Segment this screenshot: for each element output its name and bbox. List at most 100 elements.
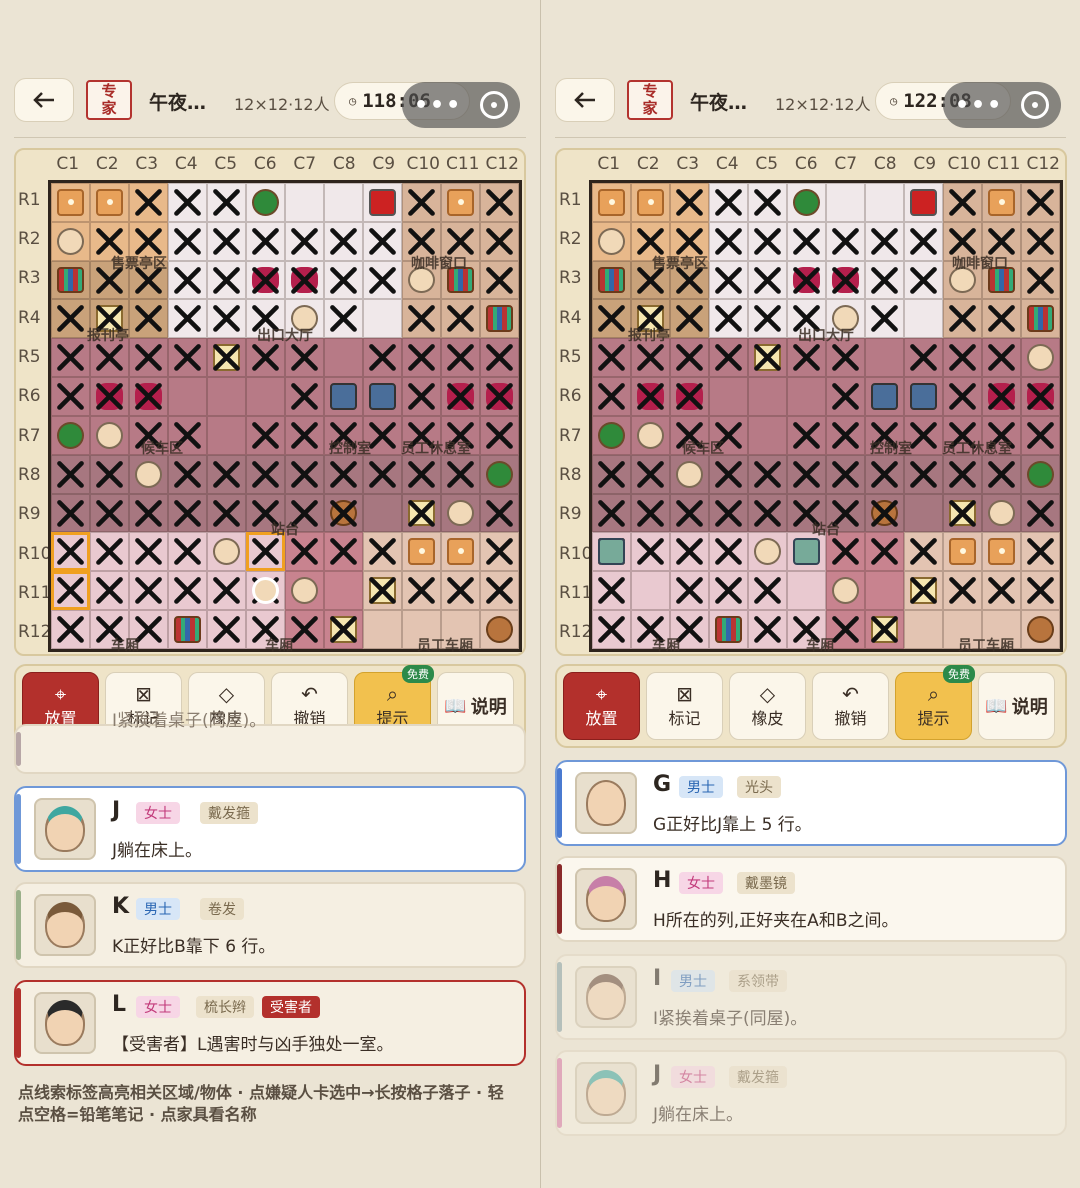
grid-cell[interactable] <box>904 260 943 300</box>
grid-cell[interactable] <box>129 454 168 494</box>
grid-cell[interactable] <box>904 571 943 611</box>
grid-cell[interactable] <box>168 377 207 416</box>
grid-cell[interactable] <box>246 260 285 300</box>
grid-cell[interactable] <box>441 377 480 416</box>
grid-cell[interactable] <box>324 377 363 416</box>
grid-cell[interactable] <box>709 221 748 261</box>
grid-cell[interactable] <box>943 299 982 339</box>
grid-cell[interactable] <box>363 299 402 339</box>
grid-cell[interactable] <box>246 183 285 222</box>
more-icon[interactable]: ••• <box>955 93 1003 118</box>
grid-cell[interactable] <box>324 571 363 611</box>
grid-cell[interactable] <box>826 183 865 222</box>
grid-cell[interactable] <box>865 299 904 339</box>
clue-card-h[interactable]: H 女士 戴墨镜 H所在的列,正好夹在A和B之间。 <box>555 856 1067 942</box>
grid-cell[interactable] <box>787 221 826 261</box>
furniture-plant[interactable] <box>57 421 84 449</box>
furniture-vend[interactable] <box>910 189 937 216</box>
grid-cell[interactable] <box>207 415 246 455</box>
grid-cell[interactable] <box>246 221 285 261</box>
grid-cell[interactable] <box>1021 415 1060 455</box>
grid-cell[interactable] <box>246 415 285 455</box>
grid-cell[interactable] <box>324 299 363 339</box>
grid-cell[interactable] <box>943 338 982 378</box>
grid-cell[interactable] <box>168 454 207 494</box>
grid-cell[interactable] <box>168 532 207 572</box>
clue-card-j[interactable]: J 女士 戴发箍 J躺在床上。 <box>555 1050 1067 1136</box>
grid-cell[interactable] <box>943 183 982 222</box>
grid-cell[interactable] <box>129 493 168 533</box>
grid-cell[interactable] <box>982 299 1021 339</box>
grid-cell[interactable] <box>865 260 904 300</box>
grid-cell[interactable] <box>324 183 363 222</box>
grid-cell[interactable] <box>748 338 787 378</box>
furniture-shelf[interactable] <box>57 266 84 294</box>
furniture-tbl[interactable] <box>988 189 1015 216</box>
furniture-machine[interactable] <box>910 383 937 410</box>
mini-program-capsule[interactable]: ••• <box>943 82 1061 128</box>
suspect-token[interactable] <box>96 421 123 449</box>
grid-cell[interactable] <box>129 183 168 222</box>
grid-cell[interactable] <box>168 299 207 339</box>
grid-cell[interactable] <box>748 571 787 611</box>
grid-cell[interactable] <box>748 415 787 455</box>
grid-cell[interactable] <box>402 454 441 494</box>
grid-cell[interactable] <box>129 299 168 339</box>
suspect-token[interactable] <box>213 538 240 566</box>
furniture-barrel[interactable] <box>486 616 513 643</box>
grid-cell[interactable] <box>787 454 826 494</box>
furniture-tbl[interactable] <box>96 189 123 216</box>
grid-cell[interactable] <box>51 260 90 300</box>
grid-cell[interactable] <box>285 454 324 494</box>
grid-cell[interactable] <box>865 183 904 222</box>
grid-cell[interactable] <box>51 610 90 649</box>
clue-card-k[interactable]: K 男士 卷发 K正好比B靠下 6 行。 <box>14 882 526 968</box>
grid-cell[interactable] <box>480 221 519 261</box>
close-target-icon[interactable] <box>480 91 508 119</box>
grid-cell[interactable] <box>51 221 90 261</box>
grid-cell[interactable] <box>402 532 441 572</box>
grid-cell[interactable] <box>904 532 943 572</box>
grid-cell[interactable] <box>1021 221 1060 261</box>
grid-cell[interactable] <box>441 338 480 378</box>
grid-cell[interactable] <box>90 454 129 494</box>
grid-cell[interactable] <box>982 377 1021 416</box>
gender-tag[interactable]: 男士 <box>136 898 180 920</box>
grid-cell[interactable] <box>168 610 207 649</box>
grid-cell[interactable] <box>207 299 246 339</box>
grid-cell[interactable] <box>592 221 631 261</box>
grid-cell[interactable] <box>324 493 363 533</box>
furniture-plant[interactable] <box>486 460 513 488</box>
trait-tag[interactable]: 光头 <box>737 776 781 798</box>
grid-cell[interactable] <box>207 183 246 222</box>
grid-cell[interactable] <box>1021 338 1060 378</box>
furniture-tbl[interactable] <box>598 189 625 216</box>
clue-card-i[interactable]: I紧挨着桌子(同屋)。 <box>14 711 526 774</box>
grid-cell[interactable] <box>592 377 631 416</box>
grid-cell[interactable] <box>363 571 402 611</box>
grid-cell[interactable] <box>1021 454 1060 494</box>
grid-cell[interactable] <box>670 299 709 339</box>
grid-cell[interactable] <box>631 183 670 222</box>
trait-tag[interactable]: 戴发箍 <box>200 802 258 824</box>
grid-cell[interactable] <box>90 377 129 416</box>
grid-cell[interactable] <box>748 532 787 572</box>
grid-cell[interactable] <box>90 415 129 455</box>
furniture-barrel[interactable] <box>1027 616 1054 643</box>
grid-cell[interactable] <box>592 299 631 339</box>
grid-cell[interactable] <box>207 571 246 611</box>
grid-cell[interactable] <box>168 221 207 261</box>
furniture-plant[interactable] <box>1027 460 1054 488</box>
grid-cell[interactable] <box>480 338 519 378</box>
suspect-token[interactable] <box>637 421 664 449</box>
grid-cell[interactable] <box>168 338 207 378</box>
grid-cell[interactable] <box>748 454 787 494</box>
grid-cell[interactable] <box>943 377 982 416</box>
grid-cell[interactable] <box>982 493 1021 533</box>
grid-cell[interactable] <box>748 377 787 416</box>
gender-tag[interactable]: 女士 <box>679 872 723 894</box>
suspect-token[interactable] <box>676 460 703 488</box>
grid-cell[interactable] <box>865 221 904 261</box>
grid-cell[interactable] <box>865 377 904 416</box>
grid-cell[interactable] <box>168 260 207 300</box>
